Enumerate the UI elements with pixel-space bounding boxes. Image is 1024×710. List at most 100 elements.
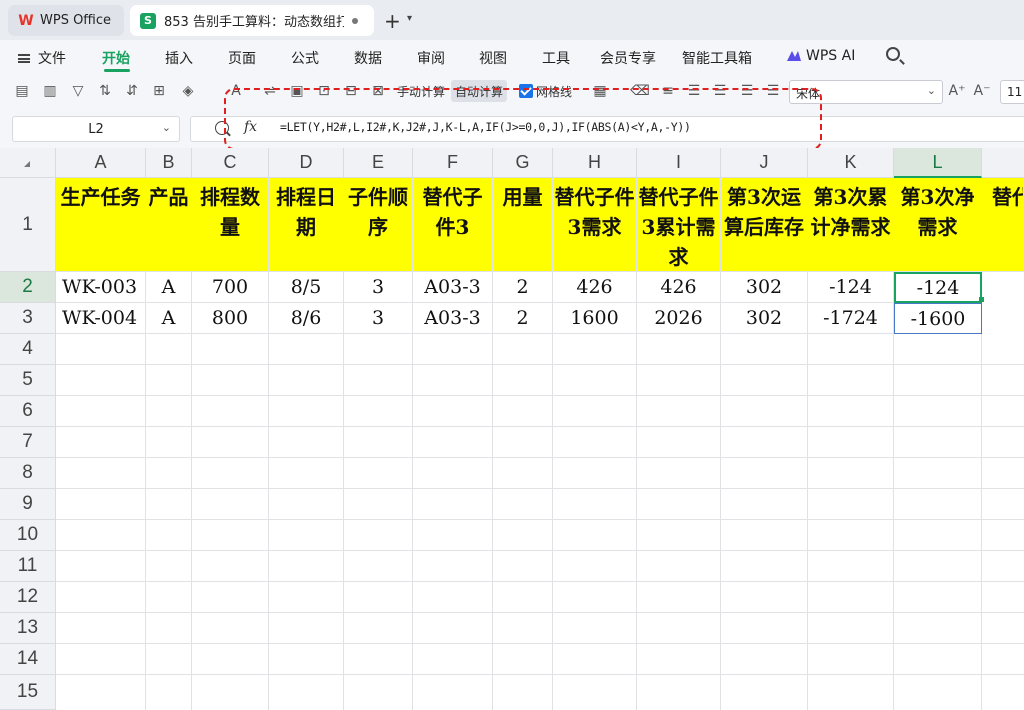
cell-g1[interactable]: 用量 (493, 178, 553, 272)
menu-home[interactable]: 开始 (102, 48, 130, 68)
column-header-h[interactable]: H (553, 148, 637, 178)
sort-descending-icon[interactable]: ⇵ (122, 81, 142, 101)
cell-f1[interactable]: 替代子件3 (413, 178, 493, 272)
row-header-13[interactable]: 13 (0, 613, 56, 644)
row-header-6[interactable]: 6 (0, 396, 56, 427)
empty-grid-lines (56, 334, 1024, 710)
menu-tools[interactable]: 工具 (542, 48, 570, 68)
column-header-m[interactable] (982, 148, 1024, 178)
row-header-15[interactable]: 15 (0, 675, 56, 710)
format-painter-icon[interactable]: ▥ (40, 81, 60, 101)
cell-k3[interactable]: -1724 (808, 303, 894, 334)
cell-e3[interactable]: 3 (344, 303, 413, 334)
row-header-12[interactable]: 12 (0, 582, 56, 613)
fill-handle[interactable] (979, 297, 984, 302)
cell-h2[interactable]: 426 (553, 272, 637, 303)
font-shrink-icon[interactable]: A⁻ (972, 81, 992, 101)
row-header-7[interactable]: 7 (0, 427, 56, 458)
cell-i2[interactable]: 426 (637, 272, 721, 303)
cell-b2[interactable]: A (146, 272, 192, 303)
column-header-j[interactable]: J (721, 148, 808, 178)
cell-c3[interactable]: 800 (192, 303, 269, 334)
name-box-value: L2 (88, 121, 104, 137)
menu-bar: 文件 开始 插入 页面 公式 数据 审阅 视图 工具 会员专享 智能工具箱 WP… (0, 40, 1024, 74)
font-grow-icon[interactable]: A⁺ (947, 81, 967, 101)
cell-l3[interactable]: -1600 (894, 303, 982, 334)
cell-a1[interactable]: 生产任务 (56, 178, 146, 272)
column-header-c[interactable]: C (192, 148, 269, 178)
cell-d2[interactable]: 8/5 (269, 272, 344, 303)
cell-d3[interactable]: 8/6 (269, 303, 344, 334)
cell-f3[interactable]: A03-3 (413, 303, 493, 334)
menu-smart-toolbox[interactable]: 智能工具箱 (682, 48, 752, 68)
column-header-i[interactable]: I (637, 148, 721, 178)
tab-wps-office[interactable]: W WPS Office (8, 5, 124, 36)
cell-i1[interactable]: 替代子件3累计需求 (637, 178, 721, 272)
cell-i3[interactable]: 2026 (637, 303, 721, 334)
cell-k1[interactable]: 第3次累计净需求 (808, 178, 894, 272)
column-header-g[interactable]: G (493, 148, 553, 178)
row-header-3[interactable]: 3 (0, 303, 56, 334)
menu-file[interactable]: 文件 (38, 48, 66, 68)
filter-icon[interactable]: ▽ (68, 81, 88, 101)
cell-j2[interactable]: 302 (721, 272, 808, 303)
row-header-9[interactable]: 9 (0, 489, 56, 520)
row-header-2[interactable]: 2 (0, 272, 56, 303)
menu-formulas[interactable]: 公式 (291, 48, 319, 68)
cell-l2-active[interactable]: -124 (894, 272, 982, 303)
cell-f2[interactable]: A03-3 (413, 272, 493, 303)
hamburger-menu-icon[interactable] (18, 54, 30, 63)
row-header-10[interactable]: 10 (0, 520, 56, 551)
row-header-5[interactable]: 5 (0, 365, 56, 396)
cell-b3[interactable]: A (146, 303, 192, 334)
row-header-11[interactable]: 11 (0, 551, 56, 582)
cell-h1[interactable]: 替代子件3需求 (553, 178, 637, 272)
menu-page[interactable]: 页面 (228, 48, 256, 68)
column-header-e[interactable]: E (344, 148, 413, 178)
cell-e2[interactable]: 3 (344, 272, 413, 303)
cell-c2[interactable]: 700 (192, 272, 269, 303)
menu-wps-ai[interactable]: WPS AI (806, 48, 855, 64)
tab-document[interactable]: S 853 告别手工算料：动态数组打造 (130, 5, 374, 36)
menu-member[interactable]: 会员专享 (600, 48, 656, 68)
sort-ascending-icon[interactable]: ⇅ (95, 81, 115, 101)
name-box-chevron-down-icon[interactable]: ⌄ (162, 121, 171, 134)
cell-d1[interactable]: 排程日期 (269, 178, 344, 272)
font-size-select[interactable]: 11 (1000, 80, 1024, 104)
borders-icon[interactable]: ⊞ (149, 81, 169, 101)
cell-l1[interactable]: 第3次净需求 (894, 178, 982, 272)
menu-review[interactable]: 审阅 (417, 48, 445, 68)
cell-m1[interactable]: 替代 (982, 178, 1024, 272)
column-header-b[interactable]: B (146, 148, 192, 178)
cell-h3[interactable]: 1600 (553, 303, 637, 334)
column-header-l[interactable]: L (894, 148, 982, 178)
search-icon[interactable] (886, 47, 900, 61)
row-header-4[interactable]: 4 (0, 334, 56, 365)
menu-insert[interactable]: 插入 (165, 48, 193, 68)
cell-a3[interactable]: WK-004 (56, 303, 146, 334)
row-header-1[interactable]: 1 (0, 178, 56, 272)
cell-b1[interactable]: 产品 (146, 178, 192, 272)
row-header-8[interactable]: 8 (0, 458, 56, 489)
cell-e1[interactable]: 子件顺序 (344, 178, 413, 272)
select-all-corner[interactable] (0, 148, 56, 178)
row-header-14[interactable]: 14 (0, 644, 56, 675)
column-header-a[interactable]: A (56, 148, 146, 178)
cell-a2[interactable]: WK-003 (56, 272, 146, 303)
cell-j3[interactable]: 302 (721, 303, 808, 334)
name-box[interactable]: L2 ⌄ (12, 116, 180, 142)
menu-view[interactable]: 视图 (479, 48, 507, 68)
column-header-f[interactable]: F (413, 148, 493, 178)
paste-icon[interactable]: ▤ (12, 81, 32, 101)
column-header-d[interactable]: D (269, 148, 344, 178)
fill-color-icon[interactable]: ◈ (178, 81, 198, 101)
tab-list-chevron-down-icon[interactable]: ▾ (407, 13, 412, 24)
cell-k2[interactable]: -124 (808, 272, 894, 303)
cell-g2[interactable]: 2 (493, 272, 553, 303)
menu-data[interactable]: 数据 (354, 48, 382, 68)
column-header-k[interactable]: K (808, 148, 894, 178)
cell-c1[interactable]: 排程数量 (192, 178, 269, 272)
cell-j1[interactable]: 第3次运算后库存 (721, 178, 808, 272)
new-tab-plus-icon[interactable]: + (384, 9, 401, 33)
cell-g3[interactable]: 2 (493, 303, 553, 334)
